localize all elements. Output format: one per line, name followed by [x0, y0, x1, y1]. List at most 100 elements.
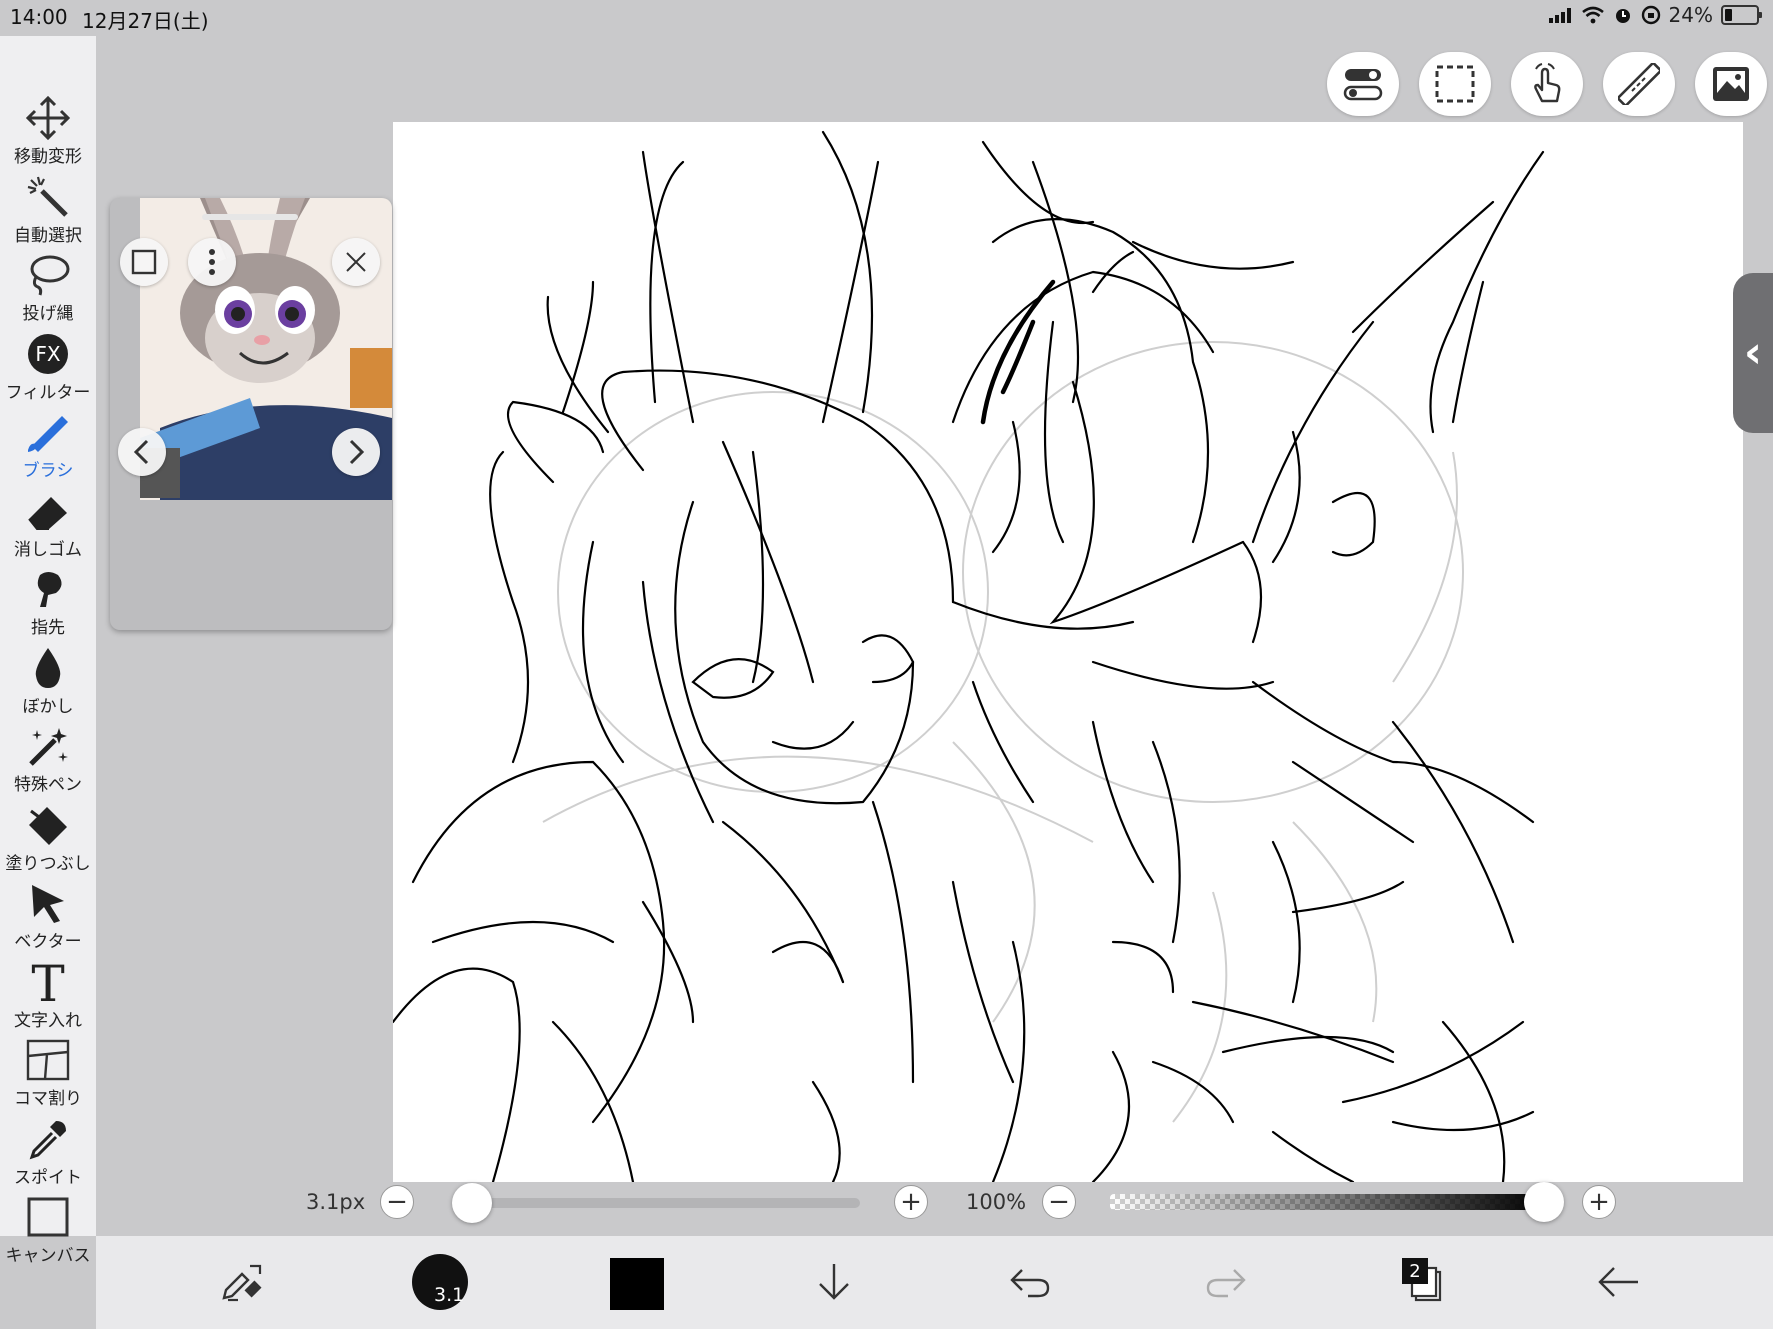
tool-label: フィルター	[5, 382, 91, 403]
tool-vector-cursor[interactable]: ベクター	[0, 879, 96, 955]
close-icon	[346, 252, 366, 272]
tool-lasso[interactable]: 投げ縄	[0, 251, 96, 327]
panel-drag-handle[interactable]	[202, 214, 298, 220]
canvas-icon	[18, 1193, 78, 1241]
battery-percent: 24%	[1668, 3, 1713, 27]
svg-text:FX: FX	[35, 342, 61, 366]
tool-label: 文字入れ	[14, 1010, 82, 1031]
tool-label: 塗りつぶし	[5, 853, 91, 874]
tool-eyedropper[interactable]: スポイト	[0, 1115, 96, 1191]
blur-drop-icon	[18, 644, 78, 692]
eraser-icon	[18, 487, 78, 535]
layer-down-button[interactable]	[804, 1252, 864, 1312]
tool-canvas[interactable]: キャンバス	[0, 1193, 96, 1269]
ruler-icon	[1618, 63, 1660, 105]
tool-eraser[interactable]: 消しゴム	[0, 487, 96, 563]
status-time: 14:00	[10, 5, 68, 29]
panel-close-button[interactable]	[332, 238, 380, 286]
tool-text[interactable]: T 文字入れ	[0, 958, 96, 1034]
selection-button[interactable]	[1419, 52, 1491, 116]
redo-button[interactable]	[1196, 1252, 1256, 1312]
opacity-decrease-button[interactable]: −	[1042, 1185, 1076, 1219]
image-material-icon	[1713, 67, 1749, 101]
tool-label: ぼかし	[22, 696, 74, 717]
minus-icon: −	[386, 1187, 408, 1217]
tool-panel-frame[interactable]: コマ割り	[0, 1036, 96, 1112]
tool-brush[interactable]: ブラシ	[0, 408, 96, 484]
brush-eraser-swap-button[interactable]	[214, 1252, 274, 1312]
current-color-swatch[interactable]	[610, 1258, 664, 1310]
layers-button[interactable]: 2	[1392, 1252, 1452, 1312]
opacity-increase-button[interactable]: +	[1582, 1185, 1616, 1219]
fill-bucket-icon	[18, 801, 78, 849]
opacity-slider-knob[interactable]	[1524, 1182, 1564, 1222]
tool-blur-drop[interactable]: ぼかし	[0, 644, 96, 720]
more-vertical-icon	[209, 249, 215, 275]
status-date: 12月27日(土)	[82, 9, 209, 33]
tool-special-pen[interactable]: 特殊ペン	[0, 722, 96, 798]
drawing-canvas[interactable]	[393, 122, 1743, 1182]
brush-size-preview-button[interactable]: 3.1	[412, 1254, 468, 1310]
panel-menu-button[interactable]	[188, 238, 236, 286]
brush-size-slider-knob[interactable]	[452, 1183, 492, 1223]
cellular-signal-icon	[1548, 8, 1571, 23]
plus-icon: +	[1588, 1187, 1610, 1217]
brush-opacity-label: 100%	[966, 1190, 1027, 1214]
special-pen-icon	[18, 722, 78, 770]
lasso-icon	[18, 251, 78, 299]
tool-fill-bucket[interactable]: 塗りつぶし	[0, 801, 96, 877]
layer-count: 2	[1402, 1258, 1428, 1284]
redo-icon	[1206, 1269, 1246, 1298]
tool-label: キャンバス	[5, 1246, 91, 1266]
touch-gesture-button[interactable]	[1511, 52, 1583, 116]
selection-rect-icon	[1435, 65, 1475, 103]
brush-size-slider[interactable]	[452, 1183, 860, 1223]
eyedropper-icon	[18, 1115, 78, 1163]
panel-resize-button[interactable]	[120, 238, 168, 286]
tool-label: コマ割り	[14, 1089, 82, 1109]
alarm-icon	[1615, 9, 1630, 23]
chevron-left-icon	[133, 439, 149, 465]
orientation-lock-icon	[1641, 5, 1660, 25]
opacity-slider[interactable]	[1110, 1182, 1564, 1222]
magic-wand-icon	[18, 173, 78, 221]
chevron-left-icon: ‹	[1743, 327, 1763, 378]
status-indicators: 24%	[1548, 3, 1762, 27]
tool-fx-filter[interactable]: FX フィルター	[0, 330, 96, 406]
reference-image-panel[interactable]	[110, 198, 392, 630]
move-icon	[18, 94, 78, 142]
minus-icon: −	[1048, 1187, 1070, 1217]
top-action-buttons	[1327, 52, 1767, 116]
undo-icon	[1010, 1269, 1050, 1298]
tool-label: スポイト	[14, 1167, 82, 1188]
tool-magic-wand[interactable]: 自動選択	[0, 173, 96, 249]
tool-label: 特殊ペン	[14, 775, 82, 795]
status-bar: 14:00 12月27日(土) 24%	[0, 0, 1773, 34]
tool-finger-smudge[interactable]: 指先	[0, 565, 96, 641]
finger-smudge-icon	[18, 565, 78, 613]
undo-button[interactable]	[1000, 1252, 1060, 1312]
tool-label: 投げ縄	[22, 304, 74, 324]
battery-icon	[1721, 5, 1762, 25]
vector-cursor-icon	[18, 879, 78, 927]
toggle-settings-icon	[1343, 69, 1383, 101]
brush-size-decrease-button[interactable]: −	[380, 1185, 414, 1219]
tool-sidebar: 移動変形自動選択投げ縄 FX フィルターブラシ消しゴム指先ぼかし特殊ペン塗りつぶしベ…	[0, 36, 96, 1266]
bottom-toolbar: 3.1 2	[96, 1236, 1773, 1329]
back-button[interactable]	[1588, 1252, 1648, 1312]
panel-prev-button[interactable]	[118, 428, 166, 476]
sketch-artwork	[393, 130, 1545, 1182]
panel-frame-icon	[18, 1036, 78, 1084]
tool-label: 指先	[31, 618, 65, 638]
panel-next-button[interactable]	[332, 428, 380, 476]
tool-label: 移動変形	[14, 147, 82, 167]
toggle-settings-button[interactable]	[1327, 52, 1399, 116]
ruler-button[interactable]	[1603, 52, 1675, 116]
side-panel-toggle[interactable]: ‹	[1733, 273, 1773, 433]
arrow-down-icon	[819, 1264, 849, 1300]
tool-label: ブラシ	[22, 461, 74, 481]
brush-size-label: 3.1px	[306, 1190, 366, 1214]
material-image-button[interactable]	[1695, 52, 1767, 116]
brush-size-increase-button[interactable]: +	[894, 1185, 928, 1219]
tool-move[interactable]: 移動変形	[0, 94, 96, 170]
